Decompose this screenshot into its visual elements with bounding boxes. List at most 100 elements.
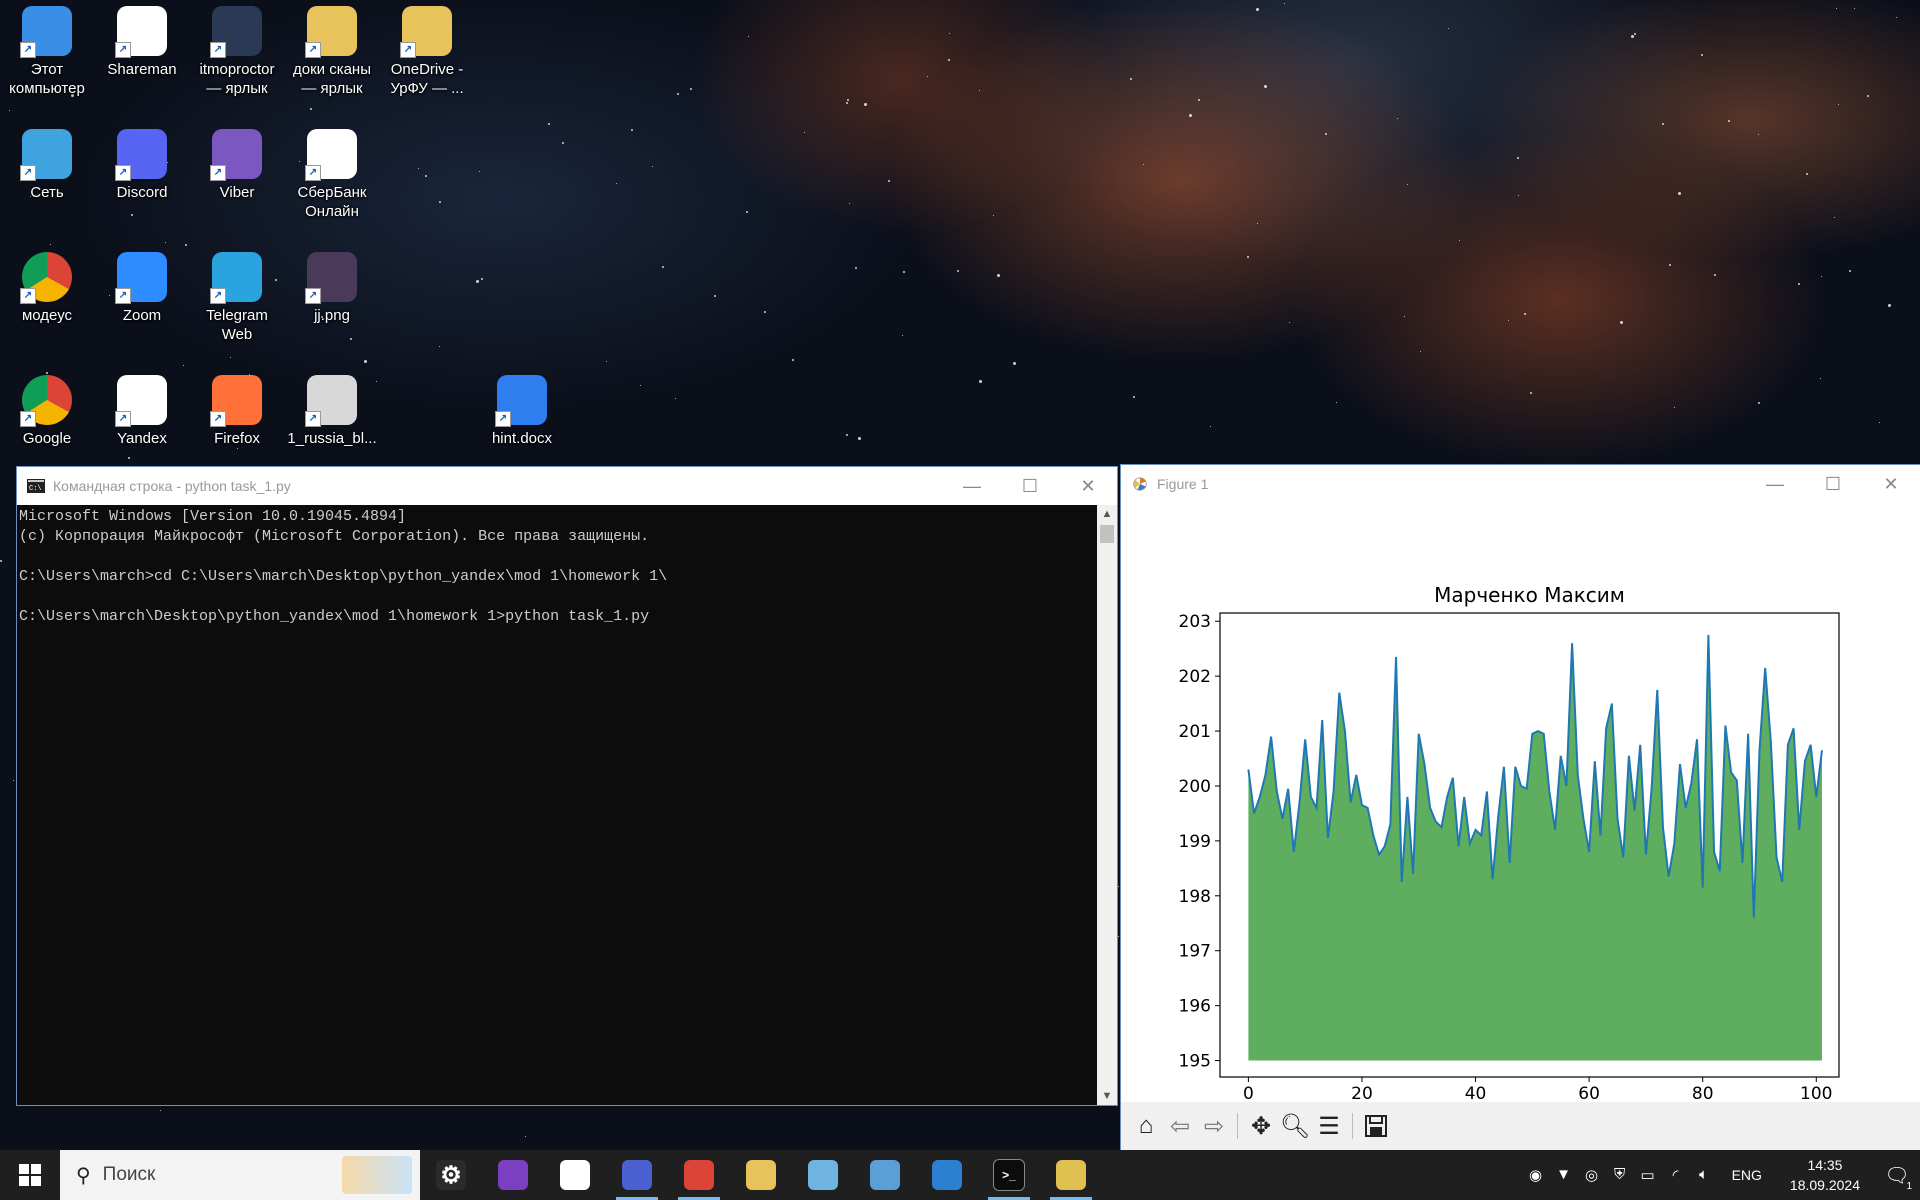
security-shield-icon[interactable]: ⛨ (1606, 1166, 1634, 1184)
star-dot (479, 171, 480, 172)
cmd-titlebar[interactable]: C:\ Командная строка - python task_1.py … (17, 467, 1117, 505)
settings-gear-icon: ⚙ (436, 1160, 466, 1190)
network-globe-icon: ↗ (20, 129, 72, 181)
star-dot (1854, 8, 1855, 9)
minimize-icon[interactable]: — (943, 467, 1001, 505)
desktop-icon[interactable]: ↗ Telegram Web (192, 246, 282, 344)
desktop-icon-label: СберБанк Онлайн (297, 184, 367, 220)
maximize-icon[interactable]: ☐ (1804, 465, 1862, 503)
star-dot (979, 380, 982, 383)
taskbar: ⚲ Поиск ⚙ >_ ◉ ▼ ◎ ⛨ ▭ ◜ 🔈︎ ENG 14:35 18.09.202… (0, 1150, 1920, 1200)
star-dot (1838, 104, 1839, 105)
taskbar-search-box[interactable]: ⚲ Поиск (60, 1150, 420, 1200)
matplotlib-figure-window[interactable]: Figure 1 — ☐ ✕ Марченко Максим 0 20 40 60 80 1… (1121, 465, 1920, 1150)
scroll-down-icon[interactable]: ▼ (1097, 1087, 1117, 1105)
star-dot (1257, 223, 1258, 224)
clock[interactable]: 14:35 18.09.2024 (1776, 1155, 1874, 1195)
search-placeholder: Поиск (102, 1164, 156, 1185)
taskbar-app[interactable] (482, 1150, 544, 1200)
star-dot (1867, 95, 1869, 97)
discord-tray-icon[interactable]: ◉ (1522, 1166, 1550, 1184)
taskbar-app[interactable] (606, 1150, 668, 1200)
star-dot (418, 168, 419, 169)
desktop-icon[interactable]: ↗ Discord (97, 123, 187, 202)
clock-date: 18.09.2024 (1789, 1177, 1860, 1193)
figure-titlebar[interactable]: Figure 1 — ☐ ✕ (1121, 465, 1920, 503)
taskbar-app[interactable] (544, 1150, 606, 1200)
photos-icon (932, 1160, 962, 1190)
chrome-profile-icon (684, 1160, 714, 1190)
desktop-icon[interactable]: ↗ модеус (2, 246, 92, 325)
desktop-icon[interactable]: ↗ Shareman (97, 0, 187, 79)
close-icon[interactable]: ✕ (1862, 465, 1920, 503)
notifications-button[interactable]: 🗨︎ 1 (1874, 1163, 1920, 1192)
figure-canvas[interactable]: Марченко Максим 0 20 40 60 80 100 195 196 197 198 1… (1121, 503, 1920, 1104)
desktop-icon[interactable]: ↗ Zoom (97, 246, 187, 325)
star-dot (1247, 256, 1249, 258)
star-dot (425, 175, 427, 177)
star-dot (1758, 134, 1759, 135)
star-dot (1896, 17, 1897, 18)
shortcut-arrow-icon: ↗ (305, 165, 321, 181)
language-indicator[interactable]: ENG (1718, 1167, 1776, 1183)
taskbar-app[interactable] (1040, 1150, 1102, 1200)
star-dot (1834, 217, 1835, 218)
desktop-icon[interactable]: ↗ Viber (192, 123, 282, 202)
star-dot (675, 398, 676, 399)
star-dot (1407, 184, 1408, 185)
y-tick-label: 196 (1179, 997, 1211, 1017)
wifi-icon[interactable]: ◜ (1662, 1166, 1690, 1184)
y-tick-label: 201 (1179, 722, 1211, 742)
desktop-icon[interactable]: ↗ Firefox (192, 369, 282, 448)
taskbar-app[interactable]: ⚙ (420, 1150, 482, 1200)
taskbar-app[interactable] (668, 1150, 730, 1200)
zoom-magnifier-icon[interactable]: 🔍︎ (1278, 1109, 1312, 1143)
taskbar-app-list: ⚙ >_ (420, 1150, 1102, 1200)
save-icon[interactable] (1359, 1109, 1393, 1143)
antivirus-tray-icon[interactable]: ▼ (1550, 1166, 1578, 1184)
taskbar-app[interactable] (730, 1150, 792, 1200)
shortcut-arrow-icon: ↗ (210, 288, 226, 304)
back-arrow-icon[interactable]: ⇦ (1163, 1109, 1197, 1143)
desktop-icon[interactable]: ↗ OneDrive - УрФУ — ... (382, 0, 472, 98)
battery-icon[interactable]: ▭ (1634, 1166, 1662, 1184)
pan-move-icon[interactable]: ✥ (1244, 1109, 1278, 1143)
star-dot (183, 365, 184, 366)
steam-tray-icon[interactable]: ◎ (1578, 1166, 1606, 1184)
desktop-icon[interactable]: ↗ Google (2, 369, 92, 448)
desktop-icon[interactable]: ↗ hint.docx (477, 369, 567, 448)
desktop-icon[interactable]: ↗ доки сканы — ярлык (287, 0, 377, 98)
scroll-thumb[interactable] (1100, 525, 1114, 543)
taskbar-app[interactable] (916, 1150, 978, 1200)
desktop-icon[interactable]: ↗ Yandex (97, 369, 187, 448)
maximize-icon[interactable]: ☐ (1001, 467, 1059, 505)
desktop-icon[interactable]: ↗ Сеть (2, 123, 92, 202)
home-icon[interactable]: ⌂ (1129, 1109, 1163, 1143)
scroll-up-icon[interactable]: ▲ (1097, 505, 1117, 523)
volume-icon[interactable]: 🔈︎ (1690, 1166, 1718, 1184)
desktop-icon[interactable]: ↗ jj.png (287, 246, 377, 325)
star-dot (957, 270, 959, 272)
desktop-icon[interactable]: ↗ СберБанк Онлайн (287, 123, 377, 221)
desktop-icon[interactable]: ↗ 1_russia_bl... (287, 369, 377, 448)
forward-arrow-icon[interactable]: ⇨ (1197, 1109, 1231, 1143)
console-output[interactable]: Microsoft Windows [Version 10.0.19045.48… (17, 505, 1097, 1105)
shortcut-arrow-icon: ↗ (115, 411, 131, 427)
desktop-icon[interactable]: ↗ itmoproctor — ярлык (192, 0, 282, 98)
taskbar-app[interactable] (854, 1150, 916, 1200)
desktop-icon-label: модеус (21, 307, 73, 324)
star-dot (1674, 407, 1675, 408)
desktop-icon[interactable]: ↗ Этот компьютер (2, 0, 92, 98)
star-dot (764, 311, 766, 313)
command-prompt-window[interactable]: C:\ Командная строка - python task_1.py … (17, 467, 1117, 1105)
system-tray: ◉ ▼ ◎ ⛨ ▭ ◜ 🔈︎ ENG 14:35 18.09.2024 🗨︎ 1 (1522, 1150, 1920, 1200)
close-icon[interactable]: ✕ (1059, 467, 1117, 505)
console-scrollbar[interactable]: ▲ ▼ (1097, 505, 1117, 1105)
taskbar-app[interactable]: >_ (978, 1150, 1040, 1200)
x-tick-label: 0 (1243, 1084, 1254, 1102)
configure-subplots-icon[interactable]: ☰ (1312, 1109, 1346, 1143)
star-dot (855, 267, 857, 269)
minimize-icon[interactable]: — (1746, 465, 1804, 503)
taskbar-app[interactable] (792, 1150, 854, 1200)
start-button[interactable] (0, 1150, 60, 1200)
